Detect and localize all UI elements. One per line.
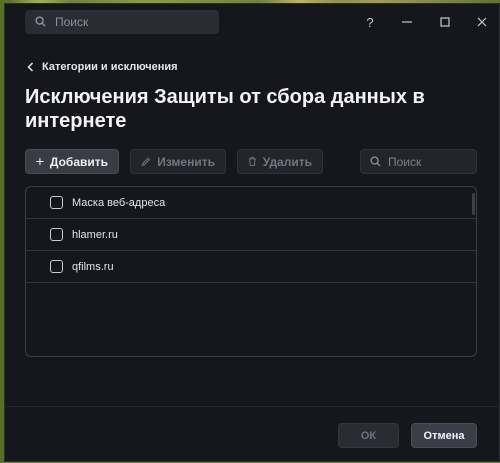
list-search-input[interactable]: Поиск [360,149,477,174]
list-item[interactable]: qfilms.ru [26,251,476,283]
scrollbar[interactable] [472,193,475,215]
breadcrumb-label: Категории и исключения [42,61,178,73]
breadcrumb[interactable]: Категории и исключения [27,61,178,73]
list-search-placeholder: Поиск [388,155,422,169]
search-icon [35,16,46,27]
select-all-checkbox[interactable] [50,196,63,209]
add-button[interactable]: Добавить [25,149,119,174]
list-item-label: qfilms.ru [72,260,114,273]
global-search-input[interactable]: Поиск [25,10,219,34]
search-icon [370,156,381,167]
maximize-icon[interactable] [435,12,455,32]
pencil-icon [141,157,151,166]
add-button-label: Добавить [49,154,108,169]
trash-icon [248,157,256,166]
edit-button[interactable]: Изменить [130,149,226,174]
row-checkbox[interactable] [50,260,63,273]
minimize-icon[interactable] [397,12,417,32]
page-title: Исключения Защиты от сбора данных в инте… [25,86,425,132]
exclusions-list: Маска веб-адреса hlamer.ru qfilms.ru [25,186,477,357]
global-search-placeholder: Поиск [55,15,89,29]
cancel-button[interactable]: Отмена [411,423,477,448]
settings-window: Поиск ? Категории и исключения Исключени… [4,3,500,462]
list-item-label: hlamer.ru [72,228,118,241]
list-item[interactable]: hlamer.ru [26,219,476,251]
ok-button[interactable]: ОК [338,423,399,448]
close-icon[interactable] [472,12,492,32]
chevron-left-icon [27,62,34,72]
edit-button-label: Изменить [157,154,215,169]
title-bar: Поиск ? [5,4,499,40]
delete-button[interactable]: Удалить [237,149,323,174]
row-checkbox[interactable] [50,228,63,241]
delete-button-label: Удалить [262,154,312,169]
plus-icon [36,157,44,166]
column-header-mask: Маска веб-адреса [72,196,166,209]
help-icon[interactable]: ? [360,12,380,32]
list-header-row: Маска веб-адреса [26,187,476,219]
